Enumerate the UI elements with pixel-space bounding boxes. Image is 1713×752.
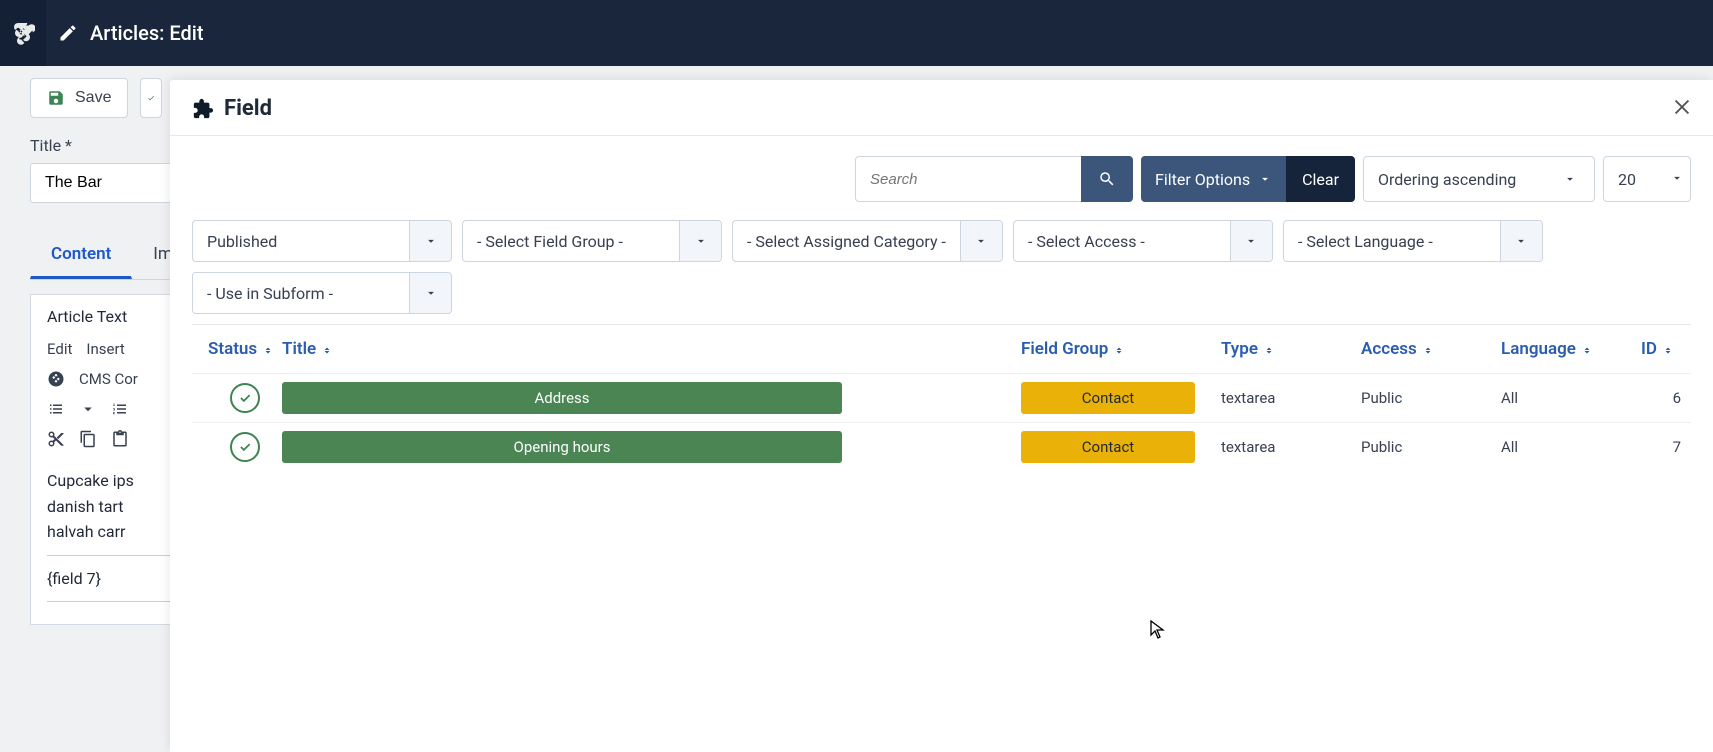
modal-header: Field: [170, 80, 1713, 136]
search-button[interactable]: [1081, 156, 1133, 202]
page-title: Articles: Edit: [90, 21, 204, 45]
chevron-down-icon: [1552, 161, 1588, 197]
chevron-down-icon: [679, 221, 721, 261]
pencil-icon: [46, 23, 90, 43]
limit-select[interactable]: 20: [1603, 156, 1691, 202]
field-table: Status Title Field Group Type Access Lan…: [192, 324, 1691, 471]
filter-field-group[interactable]: - Select Field Group -: [462, 220, 722, 262]
field-language: All: [1501, 389, 1641, 407]
tab-content[interactable]: Content: [30, 231, 132, 279]
clear-button[interactable]: Clear: [1286, 156, 1355, 202]
field-group-button[interactable]: Contact: [1021, 431, 1195, 463]
col-title[interactable]: Title: [282, 339, 1021, 359]
filter-options-group: Filter Options Clear: [1141, 156, 1355, 202]
app-header: Articles: Edit: [0, 0, 1713, 66]
field-title-button[interactable]: Address: [282, 382, 842, 414]
chevron-down-icon: [409, 221, 451, 261]
chevron-down-icon: [1670, 170, 1684, 189]
col-group[interactable]: Field Group: [1021, 339, 1221, 359]
table-row: Opening hours Contact textarea Public Al…: [192, 422, 1691, 471]
filter-access[interactable]: - Select Access -: [1013, 220, 1273, 262]
chevron-down-icon: [79, 400, 97, 418]
filter-state[interactable]: Published: [192, 220, 452, 262]
field-language: All: [1501, 438, 1641, 456]
chevron-down-icon: [960, 221, 1002, 261]
col-id[interactable]: ID: [1641, 339, 1681, 359]
chevron-down-icon: [409, 273, 451, 313]
col-access[interactable]: Access: [1361, 339, 1501, 359]
cms-content-label: CMS Cor: [79, 370, 138, 388]
close-button[interactable]: [1671, 96, 1693, 122]
chevron-down-icon: [1230, 221, 1272, 261]
close-icon: [1671, 96, 1693, 118]
field-access: Public: [1361, 438, 1501, 456]
field-id: 7: [1641, 438, 1691, 456]
status-published-icon[interactable]: [230, 383, 260, 413]
chevron-down-icon: [1500, 221, 1542, 261]
joomla-icon: [47, 370, 65, 388]
filter-options-button[interactable]: Filter Options: [1141, 156, 1286, 202]
col-language[interactable]: Language: [1501, 339, 1641, 359]
joomla-logo[interactable]: [0, 0, 46, 66]
table-row: Address Contact textarea Public All 6: [192, 373, 1691, 422]
ordering-select[interactable]: Ordering ascending: [1363, 156, 1595, 202]
menu-insert[interactable]: Insert: [86, 340, 124, 358]
menu-edit[interactable]: Edit: [47, 340, 72, 358]
field-title-button[interactable]: Opening hours: [282, 431, 842, 463]
search-group: [855, 156, 1133, 202]
field-type: textarea: [1221, 389, 1361, 407]
field-modal: Field Filter Options Clear: [170, 80, 1713, 752]
bullet-list-icon: [47, 400, 65, 418]
save-label: Save: [75, 89, 111, 107]
search-icon: [1098, 170, 1116, 188]
chevron-down-icon: [1258, 172, 1272, 186]
save-close-button-partial[interactable]: [140, 78, 162, 118]
paste-icon: [111, 430, 129, 448]
save-button[interactable]: Save: [30, 78, 128, 118]
modal-title: Field: [224, 96, 272, 121]
filter-assigned-category[interactable]: - Select Assigned Category -: [732, 220, 1003, 262]
field-group-button[interactable]: Contact: [1021, 382, 1195, 414]
status-published-icon[interactable]: [230, 432, 260, 462]
plugin-icon: [192, 98, 214, 120]
search-input[interactable]: [855, 156, 1081, 202]
scissors-icon: [47, 430, 65, 448]
numbered-list-icon: [111, 400, 129, 418]
col-status[interactable]: Status: [208, 339, 282, 359]
field-id: 6: [1641, 389, 1691, 407]
filter-language[interactable]: - Select Language -: [1283, 220, 1543, 262]
copy-icon: [79, 430, 97, 448]
field-access: Public: [1361, 389, 1501, 407]
col-type[interactable]: Type: [1221, 339, 1361, 359]
filter-subform[interactable]: - Use in Subform -: [192, 272, 452, 314]
field-type: textarea: [1221, 438, 1361, 456]
